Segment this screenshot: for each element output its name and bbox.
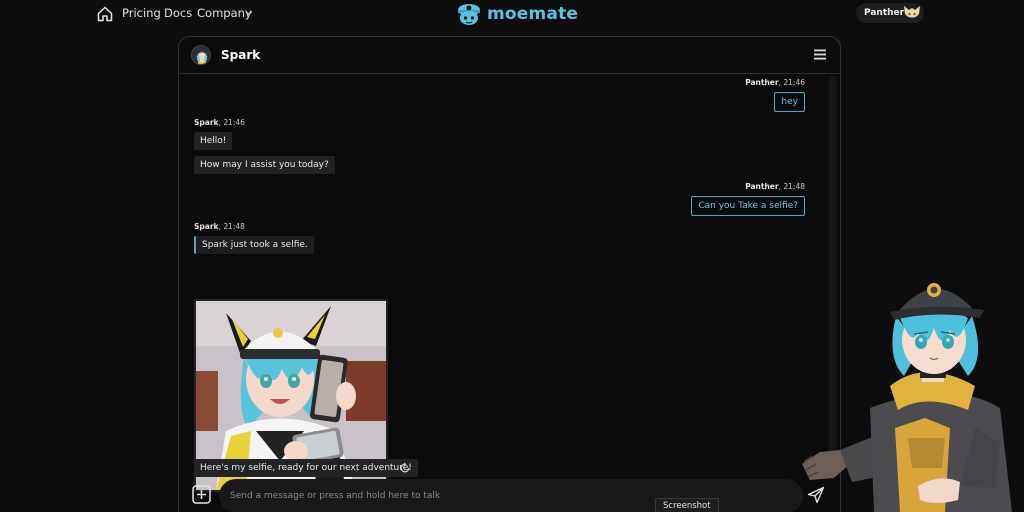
bot-avatar[interactable] [191, 45, 211, 65]
message-time: 21:46 [223, 118, 245, 127]
nav-company-menu[interactable]: Company [197, 6, 252, 20]
message-time: 21:46 [783, 78, 805, 87]
top-navigation: Pricing Docs Company moemate Panther [0, 0, 1024, 30]
message-sender: Spark [194, 222, 219, 231]
spark-character-model [802, 283, 1012, 512]
message-sender: Panther [745, 182, 779, 191]
chat-panel: Spark Panther, 21:46 hey Spark, 21:46 He… [178, 36, 841, 512]
regenerate-icon[interactable] [399, 462, 411, 474]
user-name: Panther [864, 8, 905, 18]
user-message-bubble: Can you Take a selfie? [691, 196, 805, 216]
moemate-logo[interactable]: moemate [454, 1, 578, 27]
message-sender: Panther [745, 78, 779, 87]
message-meta: Panther, 21:48 [745, 182, 805, 191]
add-icon[interactable] [192, 485, 211, 504]
menu-icon[interactable] [814, 49, 826, 60]
user-avatar [904, 6, 920, 19]
bot-message-bubble: Here's my selfie, ready for our next adv… [194, 459, 418, 477]
chat-header: Spark [179, 37, 840, 74]
nav-docs-link[interactable]: Docs [164, 6, 192, 20]
message-list: Panther, 21:46 hey Spark, 21:46 Hello! H… [179, 75, 825, 492]
chevron-down-icon[interactable] [245, 9, 253, 17]
nav-pricing-link[interactable]: Pricing [122, 6, 161, 20]
bot-message-bubble: Hello! [194, 132, 233, 150]
bot-name: Spark [221, 48, 261, 62]
user-message-bubble: hey [774, 92, 805, 112]
bot-action-bubble: Spark just took a selfie. [194, 236, 314, 254]
bot-avatar-image [192, 46, 210, 64]
user-menu-button[interactable]: Panther [856, 3, 924, 23]
logo-text: moemate [487, 4, 579, 24]
screenshot-button[interactable]: Screenshot [655, 498, 719, 512]
home-icon[interactable] [96, 5, 114, 23]
message-meta: Panther, 21:46 [745, 78, 805, 87]
logo-mascot-icon [458, 4, 480, 25]
message-time: 21:48 [783, 182, 805, 191]
message-sender: Spark [194, 118, 219, 127]
message-time: 21:48 [223, 222, 245, 231]
bot-message-bubble: How may I assist you today? [194, 156, 335, 174]
message-meta: Spark, 21:48 [194, 222, 245, 231]
message-composer: Screenshot [179, 479, 840, 512]
message-meta: Spark, 21:46 [194, 118, 245, 127]
